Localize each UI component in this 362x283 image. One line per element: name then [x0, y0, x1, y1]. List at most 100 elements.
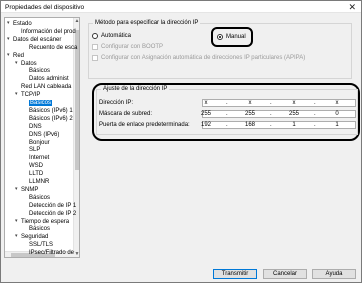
ip-octet[interactable]: x	[240, 100, 260, 106]
auto-radio-label: Automática	[101, 33, 132, 39]
tree-item-label: DNS (IPv6)	[29, 131, 60, 138]
help-button[interactable]: Ayuda	[312, 269, 356, 279]
close-icon[interactable]: ✕	[348, 2, 356, 12]
tree-toggle-icon[interactable]: ▾	[15, 91, 18, 97]
tree-item[interactable]: Datos administ	[29, 75, 69, 83]
ip-octet[interactable]: 0	[327, 111, 347, 117]
tree-vertical-scrollbar[interactable]: ▲ ▼	[73, 18, 79, 257]
apipa-checkbox[interactable]	[92, 55, 98, 61]
window-title: Propiedades del dispositivo	[5, 4, 85, 11]
tree-item-label: Bonjour	[29, 139, 50, 146]
tree-item-label: Red LAN cableada	[21, 84, 72, 91]
tree-toggle-icon[interactable]: ▾	[7, 52, 10, 58]
tree-item-label: Tiempo de espera	[21, 218, 70, 225]
tree-toggle-icon[interactable]: ▾	[15, 60, 18, 66]
tree-toggle-icon[interactable]: ▾	[15, 233, 18, 239]
bootp-checkbox[interactable]	[92, 44, 98, 50]
tree-item[interactable]: Básicos	[29, 99, 53, 107]
tree-item[interactable]: SLP	[29, 146, 40, 154]
settings-tree[interactable]: ▲ ▼ Estado ▾ Información del prod Datos del…	[4, 17, 80, 258]
tree-item-label: Datos del escáner	[13, 36, 62, 43]
tree-item[interactable]: Red LAN cableada	[21, 83, 71, 91]
cancel-button[interactable]: Cancelar	[263, 269, 307, 279]
transmit-button[interactable]: Transmitir	[213, 269, 257, 279]
ip-octet[interactable]: 255	[196, 111, 216, 117]
tree-item-label: SLP	[29, 147, 41, 154]
tree-item[interactable]: Básicos	[29, 67, 50, 75]
tree-item[interactable]: Datos del escáner	[13, 36, 61, 44]
ip-separator: .	[270, 111, 272, 117]
tree-item[interactable]: Básicos	[29, 225, 50, 233]
tree-item-label: Internet	[29, 155, 50, 162]
tree-item-label: Estado	[13, 21, 32, 27]
tree-item[interactable]: DNS	[29, 123, 42, 131]
properties-window: Propiedades del dispositivo ✕ ▲ ▼ Estado…	[0, 0, 362, 283]
ip-octet[interactable]: 255	[284, 111, 304, 117]
ip-separator: .	[226, 122, 228, 128]
ip-octet[interactable]: 1	[327, 122, 347, 128]
ip-row-label: Puerta de enlace predeterminada:	[99, 122, 190, 128]
tree-toggle-icon[interactable]: ▾	[15, 186, 18, 192]
tree-item-label: LLMNR	[29, 179, 50, 185]
tree-item-label: Básicos (IPv6) 2	[29, 115, 73, 122]
tree-item[interactable]: WSD	[29, 162, 43, 170]
tree-item-label: Básicos (IPv6) 1	[29, 107, 73, 114]
tree-item-label: Básicos	[29, 194, 51, 201]
title-bar: Propiedades del dispositivo ✕	[1, 1, 361, 13]
ip-separator: .	[270, 122, 272, 128]
tree-item[interactable]: Detección de IP 2	[29, 210, 76, 218]
tree-item-label: SNMP	[21, 186, 39, 193]
ip-octet[interactable]: 192	[196, 122, 216, 128]
tree-item[interactable]: LLTD	[29, 170, 43, 178]
ip-separator: .	[226, 111, 228, 117]
tree-item-label: Red	[13, 52, 25, 59]
tree-item[interactable]: Bonjour	[29, 139, 50, 147]
tree-item[interactable]: Datos	[21, 60, 37, 68]
ip-octet[interactable]: 1	[284, 122, 304, 128]
ip-address-field[interactable]: xxxx...	[202, 99, 356, 107]
ip-address-field[interactable]: 255 255 255 0...	[201, 110, 356, 118]
ip-method-legend: Método para especificar la dirección IP	[93, 20, 201, 26]
ip-octet[interactable]: x	[327, 100, 347, 106]
tree-item-label: Básicos	[29, 226, 51, 233]
ip-octet[interactable]: 255	[240, 111, 260, 117]
ip-separator: .	[226, 100, 228, 106]
ip-row-label: Máscara de subred:	[99, 111, 153, 117]
ip-octet[interactable]: x	[284, 100, 304, 106]
auto-radio[interactable]	[92, 33, 98, 39]
ip-octet[interactable]: x	[196, 100, 216, 106]
tree-toggle-icon[interactable]: ▾	[7, 36, 10, 42]
tree-item[interactable]: LLMNR	[29, 178, 49, 186]
tree-item[interactable]: DNS (IPv6)	[29, 131, 59, 139]
tree-item[interactable]: Internet	[29, 154, 49, 162]
ip-settings-box: Ajuste de la dirección IP Dirección IP: x…	[96, 86, 358, 135]
tree-item[interactable]: Básicos	[29, 194, 50, 202]
tree-item[interactable]: Red	[13, 52, 24, 60]
tree-item-label: TCP/IP	[21, 92, 41, 99]
tree-item[interactable]: Básicos (IPv6) 1	[29, 107, 73, 115]
ip-octet[interactable]: 168	[240, 122, 260, 128]
tree-item[interactable]: Tiempo de espera	[21, 218, 69, 226]
tree-item-label: Básicos	[29, 68, 51, 75]
settings-panel: Método para especificar la dirección IP …	[86, 17, 360, 258]
tree-item[interactable]: Seguridad	[21, 233, 48, 241]
tree-item-label: IPsec/Filtrado de	[29, 250, 75, 257]
tree-item[interactable]: Detección de IP 1	[29, 202, 76, 210]
tree-item[interactable]: TCP/IP	[21, 91, 40, 99]
scroll-up-icon[interactable]: ▲	[74, 18, 79, 24]
tree-item[interactable]: Recuento de esca	[29, 44, 77, 52]
tree-toggle-icon[interactable]: ▾	[7, 20, 10, 26]
ip-separator: .	[314, 111, 316, 117]
ip-address-field[interactable]: 192 168 1 1...	[201, 121, 356, 129]
manual-highlight-oval	[211, 27, 253, 47]
ip-separator: .	[314, 100, 316, 106]
tree-item[interactable]: Básicos (IPv6) 2	[29, 115, 73, 123]
tree-item[interactable]: Información del prod	[21, 28, 76, 36]
tree-toggle-icon[interactable]: ▾	[15, 218, 18, 224]
tree-item[interactable]: SSL/TLS	[29, 241, 53, 249]
tree-item-label: Básicos	[29, 100, 53, 106]
tree-item[interactable]: Estado	[13, 20, 32, 28]
tree-item[interactable]: SNMP	[21, 186, 38, 194]
tree-item-label: Datos administ	[29, 76, 69, 83]
tree-item[interactable]: IPsec/Filtrado de	[29, 249, 74, 257]
